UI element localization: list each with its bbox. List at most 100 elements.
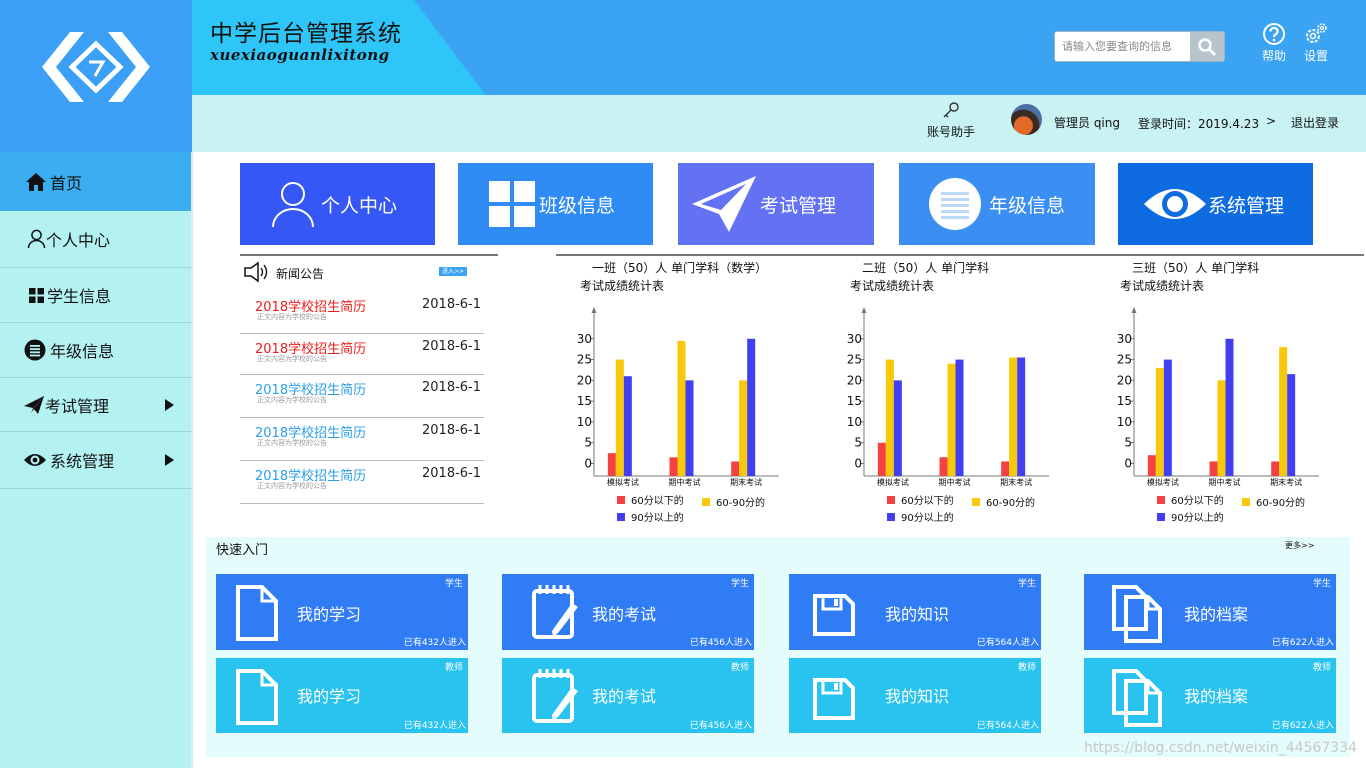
- quick-more-link[interactable]: 更多>>: [1285, 540, 1314, 551]
- sidebar-item-system-management[interactable]: 系统管理: [0, 432, 191, 489]
- sidebar-item-grade-info[interactable]: 年级信息: [0, 323, 191, 378]
- quick-card-role: 教师: [444, 663, 463, 673]
- sidebar-item-label: 考试管理: [45, 396, 110, 416]
- quick-card-role: 学生: [1017, 579, 1036, 589]
- news-panel: 新闻公告 进入>> 2018学校招生简历 正文内容为学校的公告 2018-6-1 20…: [240, 254, 498, 504]
- quick-card[interactable]: 学生 我的档案 已有622人进入: [1084, 574, 1336, 650]
- chart-svg: 0 5 10 15 20 25 30 模拟考试 期中考试 期末考试 60分以下的 60-90分的 90分…: [577, 307, 779, 524]
- news-item[interactable]: 2018学校招生简历 正文内容为学校的公告 2018-6-1: [240, 296, 484, 334]
- tile-exam-management[interactable]: 考试管理: [678, 163, 874, 245]
- x-tick-label: 模拟考试: [877, 477, 909, 487]
- charts-top-line: [556, 254, 1364, 256]
- y-tick-label: 25: [1117, 353, 1132, 367]
- help-button[interactable]: 帮助: [1254, 22, 1294, 64]
- quick-card[interactable]: 学生 我的知识 已有564人进入: [789, 574, 1041, 650]
- chart-bar: [607, 453, 616, 476]
- news-item[interactable]: 2018学校招生简历 正文内容为学校的公告 2018-6-1: [240, 379, 484, 418]
- settings-button[interactable]: 设置: [1296, 22, 1336, 64]
- y-tick-label: 15: [1117, 394, 1132, 408]
- legend-swatch: [972, 498, 980, 506]
- tile-class-info[interactable]: 班级信息: [458, 163, 653, 245]
- news-item-date: 2018-6-1: [422, 423, 482, 438]
- user-icon: [272, 182, 314, 228]
- search-button[interactable]: [1190, 32, 1224, 61]
- quick-card-count: 已有564人进入: [976, 638, 1039, 648]
- y-axis-arrow: [1131, 307, 1137, 313]
- legend-label: 60-90分的: [1256, 496, 1305, 509]
- news-item-date: 2018-6-1: [422, 297, 482, 312]
- quick-card[interactable]: 教师 我的知识 已有564人进入: [789, 658, 1041, 733]
- search-input[interactable]: [1055, 32, 1191, 61]
- tile-label: 系统管理: [1208, 194, 1285, 217]
- legend-label: 60-90分的: [986, 496, 1035, 509]
- quick-card[interactable]: 教师 我的考试 已有456人进入: [502, 658, 754, 733]
- legend-label: 60分以下的: [901, 494, 954, 507]
- tile-grade-info[interactable]: 年级信息: [899, 163, 1095, 245]
- sidebar-item-label: 年级信息: [50, 342, 115, 361]
- tile-personal-center[interactable]: 个人中心: [240, 163, 435, 245]
- logout-link[interactable]: 退出登录: [1291, 114, 1339, 131]
- avatar[interactable]: [1011, 104, 1042, 135]
- news-item-summary: 正文内容为学校的公告: [257, 439, 327, 447]
- quick-card-count: 已有622人进入: [1271, 721, 1334, 731]
- login-time-arrow[interactable]: >: [1266, 114, 1276, 128]
- y-tick-label: 20: [847, 373, 862, 387]
- expand-arrow-icon[interactable]: [165, 454, 174, 466]
- grid-icon: [29, 287, 44, 303]
- news-item[interactable]: 2018学校招生简历 正文内容为学校的公告 2018-6-1: [240, 338, 484, 375]
- y-tick-label: 10: [1117, 415, 1132, 429]
- user-icon: [27, 229, 46, 249]
- legend-swatch: [887, 513, 895, 521]
- sidebar-item-personal-center[interactable]: 个人中心: [0, 211, 191, 268]
- chart-bar: [939, 457, 948, 476]
- sidebar-item-student-info[interactable]: 学生信息: [0, 268, 191, 323]
- account-helper-label: 账号助手: [926, 125, 975, 139]
- legend-label: 60-90分的: [716, 496, 765, 509]
- sidebar-item-home[interactable]: 首页: [0, 152, 191, 211]
- y-axis-arrow: [861, 307, 867, 313]
- chart-bar: [1147, 455, 1156, 476]
- eye-icon: [24, 454, 46, 466]
- settings-label: 设置: [1303, 49, 1328, 63]
- news-more-button[interactable]: 进入>>: [439, 267, 467, 276]
- x-tick-label: 模拟考试: [1147, 477, 1179, 487]
- user-name[interactable]: 管理员 qing: [1054, 114, 1120, 131]
- chart-bar: [893, 380, 902, 476]
- quick-card[interactable]: 教师 我的档案 已有622人进入: [1084, 658, 1336, 733]
- logo-icon: [42, 32, 150, 102]
- chart-bar: [1225, 338, 1234, 476]
- copy-files-icon: [1112, 669, 1162, 727]
- x-tick-label: 模拟考试: [607, 477, 639, 487]
- chart-class-3: 三班（50）人 单门学科 考试成绩统计表 0 5 10 15 20 25 30 模拟考试 期中考…: [1097, 258, 1357, 528]
- chart-bar: [677, 340, 686, 476]
- tile-system-management[interactable]: 系统管理: [1118, 163, 1313, 245]
- expand-arrow-icon[interactable]: [165, 398, 174, 411]
- news-item[interactable]: 2018学校招生简历 正文内容为学校的公告 2018-6-1: [240, 465, 484, 504]
- news-item[interactable]: 2018学校招生简历 正文内容为学校的公告 2018-6-1: [240, 422, 484, 461]
- quick-card-label: 我的学习: [297, 605, 362, 624]
- chart-bar: [1209, 461, 1218, 476]
- chart-bar: [669, 457, 678, 476]
- legend-label: 90分以上的: [1171, 511, 1224, 524]
- quick-card[interactable]: 教师 我的学习 已有432人进入: [216, 658, 468, 733]
- paper-plane-icon: [692, 176, 756, 232]
- paper-plane-icon: [24, 395, 44, 414]
- speaker-icon: [244, 261, 268, 283]
- quick-card-role: 教师: [1312, 663, 1331, 673]
- chart-bar: [615, 359, 624, 476]
- account-helper-button[interactable]: 账号助手: [924, 101, 978, 140]
- chart-bar: [739, 380, 748, 476]
- chart-class-2: 二班（50）人 单门学科 考试成绩统计表 0 5 10 15 20 25 30 模拟考试 期中考…: [827, 258, 1087, 528]
- sidebar-item-exam-management[interactable]: 考试管理: [0, 378, 191, 432]
- document-icon: [236, 585, 278, 641]
- quick-card[interactable]: 学生 我的学习 已有432人进入: [216, 574, 468, 650]
- quick-card-label: 我的档案: [1184, 605, 1249, 624]
- legend-swatch: [1157, 496, 1165, 504]
- chart-bar: [1155, 367, 1164, 476]
- quick-card[interactable]: 学生 我的考试 已有456人进入: [502, 574, 754, 650]
- legend-swatch: [702, 498, 710, 506]
- copy-files-icon: [1112, 585, 1162, 643]
- y-tick-label: 5: [1124, 436, 1132, 450]
- y-tick-label: 0: [584, 457, 592, 471]
- chart-svg: 0 5 10 15 20 25 30 模拟考试 期中考试 期末考试 60分以下的 60-90分的 90分…: [1117, 307, 1319, 524]
